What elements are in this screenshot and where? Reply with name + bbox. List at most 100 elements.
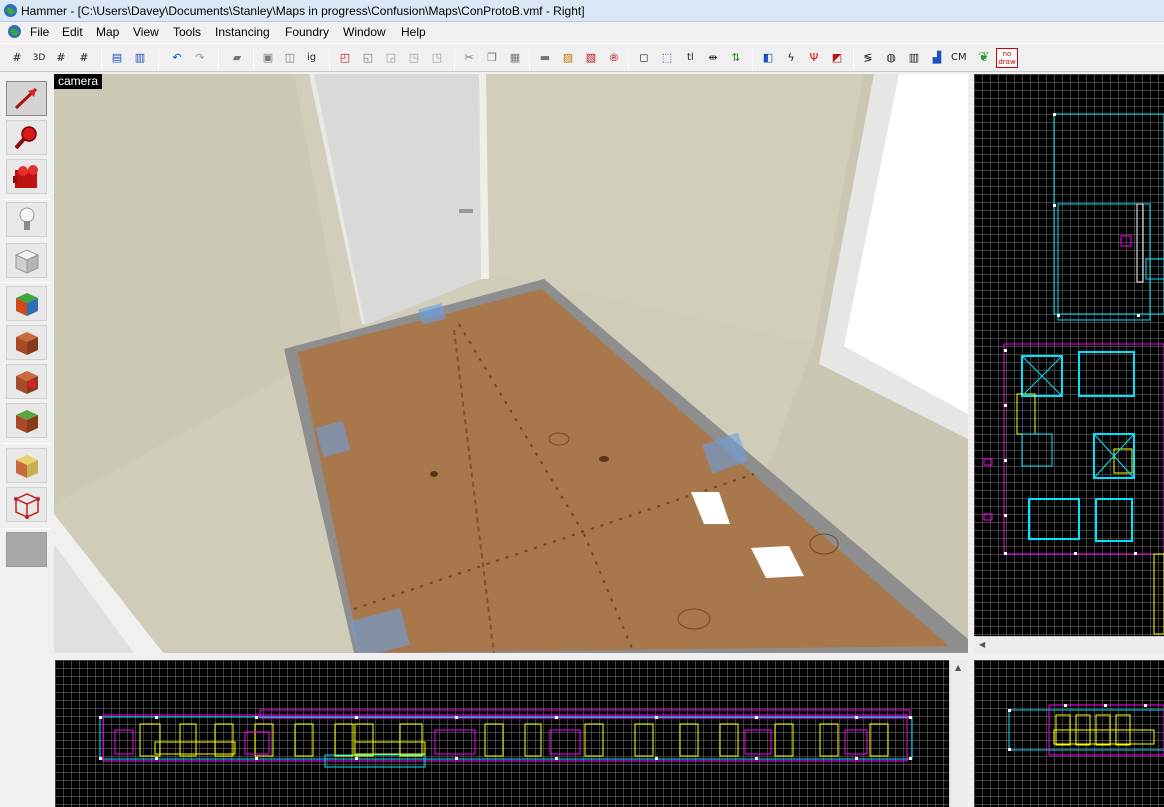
- clipping-tool[interactable]: [6, 448, 47, 483]
- lightning-icon[interactable]: ϟ: [783, 50, 799, 66]
- carve-icon[interactable]: ▰: [229, 50, 245, 66]
- toolbar-separator: [529, 48, 530, 69]
- tool-divider: [3, 528, 50, 529]
- magnify-icon: [14, 126, 37, 150]
- apply-decals-tool[interactable]: [6, 364, 47, 399]
- clip-icon: [16, 455, 38, 478]
- unhide-icon[interactable]: ◲: [383, 50, 399, 66]
- block-tool[interactable]: [6, 243, 47, 278]
- sphere-icon[interactable]: ◍: [883, 50, 899, 66]
- load-window-state-icon[interactable]: ▤: [109, 50, 125, 66]
- menu-foundry[interactable]: Foundry: [285, 25, 329, 39]
- toolbar-separator: [253, 48, 254, 69]
- 2d-top-viewport[interactable]: [974, 74, 1164, 636]
- r-icon[interactable]: Ψ: [806, 50, 822, 66]
- menu-view[interactable]: View: [133, 25, 159, 39]
- flip-icon[interactable]: ⇅: [728, 50, 744, 66]
- leaf-icon[interactable]: ❦: [976, 50, 992, 66]
- menu-help[interactable]: Help: [401, 25, 426, 39]
- box-icon[interactable]: ▬: [537, 50, 553, 66]
- save-window-state-icon[interactable]: ▥: [132, 50, 148, 66]
- scroll-left-icon[interactable]: ◀: [979, 640, 985, 649]
- menu-map[interactable]: Map: [96, 25, 119, 39]
- texture-lock-icon[interactable]: tl: [687, 50, 694, 66]
- tool-palette: [0, 73, 52, 807]
- vertex-icon: [14, 493, 40, 519]
- block-icon: [14, 249, 40, 274]
- ungroup-icon[interactable]: ◫: [282, 50, 298, 66]
- copy-icon[interactable]: ❐: [484, 50, 500, 66]
- 3d-grid-icon[interactable]: 3D: [31, 50, 47, 66]
- brick-cube-icon: [16, 332, 38, 355]
- 2d-side-viewport[interactable]: [974, 660, 1164, 807]
- selection-frame-icon[interactable]: ◻: [636, 50, 652, 66]
- apply-overlays-tool[interactable]: [6, 403, 47, 438]
- toggle-texture-application-tool[interactable]: [6, 286, 47, 321]
- camera-tool[interactable]: [6, 159, 47, 194]
- texture-cube-icon: [16, 293, 38, 316]
- undo-icon[interactable]: ↶: [169, 50, 185, 66]
- document-icon[interactable]: [7, 24, 22, 39]
- menu-file[interactable]: File: [30, 25, 49, 39]
- menu-window[interactable]: Window: [343, 25, 386, 39]
- tool-divider: [3, 282, 50, 283]
- selection-tool[interactable]: [6, 81, 47, 116]
- hide-toggle-icon[interactable]: ◳: [406, 50, 422, 66]
- front-view-brushes: [99, 709, 913, 768]
- toolbar-separator: [218, 48, 219, 69]
- group-icon[interactable]: ▣: [260, 50, 276, 66]
- tool-divider: [3, 199, 50, 200]
- texture-browser-icon[interactable]: ▥: [906, 50, 922, 66]
- hide-unselected-icon[interactable]: ◱: [360, 50, 376, 66]
- extra-tool[interactable]: [6, 532, 47, 567]
- cut-icon[interactable]: ✂: [461, 50, 477, 66]
- front-view-vertical-scrollbar[interactable]: ▲: [949, 660, 967, 807]
- redo-icon[interactable]: ↷: [192, 50, 208, 66]
- blue-square-icon[interactable]: ▟: [929, 50, 945, 66]
- hide-toggle-icon[interactable]: ◳: [429, 50, 445, 66]
- toolbar-separator: [454, 48, 455, 69]
- top-view-brushes: [983, 113, 1164, 635]
- viewport-splitter-horizontal[interactable]: [54, 653, 1164, 660]
- grid-smaller-icon[interactable]: #: [53, 50, 69, 66]
- toolbar-separator: [158, 48, 159, 69]
- grid-larger-icon[interactable]: #: [76, 50, 92, 66]
- vertex-tool[interactable]: [6, 487, 47, 522]
- toolbar-separator: [628, 48, 629, 69]
- toolbar-separator: [329, 48, 330, 69]
- window-title: Hammer - [C:\Users\Davey\Documents\Stanl…: [21, 4, 585, 18]
- cm-icon[interactable]: CM: [951, 50, 967, 66]
- 3d-camera-viewport[interactable]: camera: [54, 74, 968, 653]
- hatch-alt-icon[interactable]: ▧: [583, 50, 599, 66]
- hammer-editor-window: Hammer - [C:\Users\Davey\Documents\Stanl…: [0, 0, 1164, 807]
- scroll-up-icon[interactable]: ▲: [955, 663, 961, 672]
- paste-icon[interactable]: ▦: [507, 50, 523, 66]
- grid-icon[interactable]: #: [9, 50, 25, 66]
- magnify-tool[interactable]: [6, 120, 47, 155]
- overlay-cube-icon: [16, 410, 38, 433]
- entity-tool[interactable]: [6, 202, 47, 237]
- nodraw-label-bottom: draw: [998, 58, 1016, 66]
- door-icon[interactable]: ◧: [760, 50, 776, 66]
- camera-icon: [13, 165, 38, 188]
- hide-selected-icon[interactable]: ◰: [337, 50, 353, 66]
- entity-report-icon[interactable]: ◩: [829, 50, 845, 66]
- radius-icon[interactable]: ®: [606, 50, 622, 66]
- main-toolbar: # 3D # # ▤ ▥ ↶ ↷ ▰ ▣ ◫ ig ◰ ◱ ◲ ◳ ◳ ✂ ❐ …: [0, 43, 1164, 72]
- light-bulb-icon: [19, 207, 35, 230]
- selection-dashed-icon[interactable]: ⬚: [659, 50, 675, 66]
- hatch-icon[interactable]: ▨: [560, 50, 576, 66]
- menu-tools[interactable]: Tools: [173, 25, 201, 39]
- apply-current-texture-tool[interactable]: [6, 325, 47, 360]
- ignore-group-icon[interactable]: ig: [307, 50, 316, 66]
- cordon-icon[interactable]: ≶: [860, 50, 876, 66]
- 2d-front-viewport[interactable]: [55, 660, 949, 807]
- menu-instancing[interactable]: Instancing: [215, 25, 270, 39]
- menu-edit[interactable]: Edit: [62, 25, 83, 39]
- texture-scale-icon[interactable]: ⇹: [705, 50, 721, 66]
- menu-bar: File Edit Map View Tools Instancing Foun…: [0, 22, 1164, 42]
- top-view-horizontal-scrollbar[interactable]: ◀: [974, 636, 1164, 653]
- nodraw-icon[interactable]: no draw: [996, 48, 1018, 68]
- tool-divider: [3, 443, 50, 444]
- side-view-brushes: [1008, 704, 1164, 756]
